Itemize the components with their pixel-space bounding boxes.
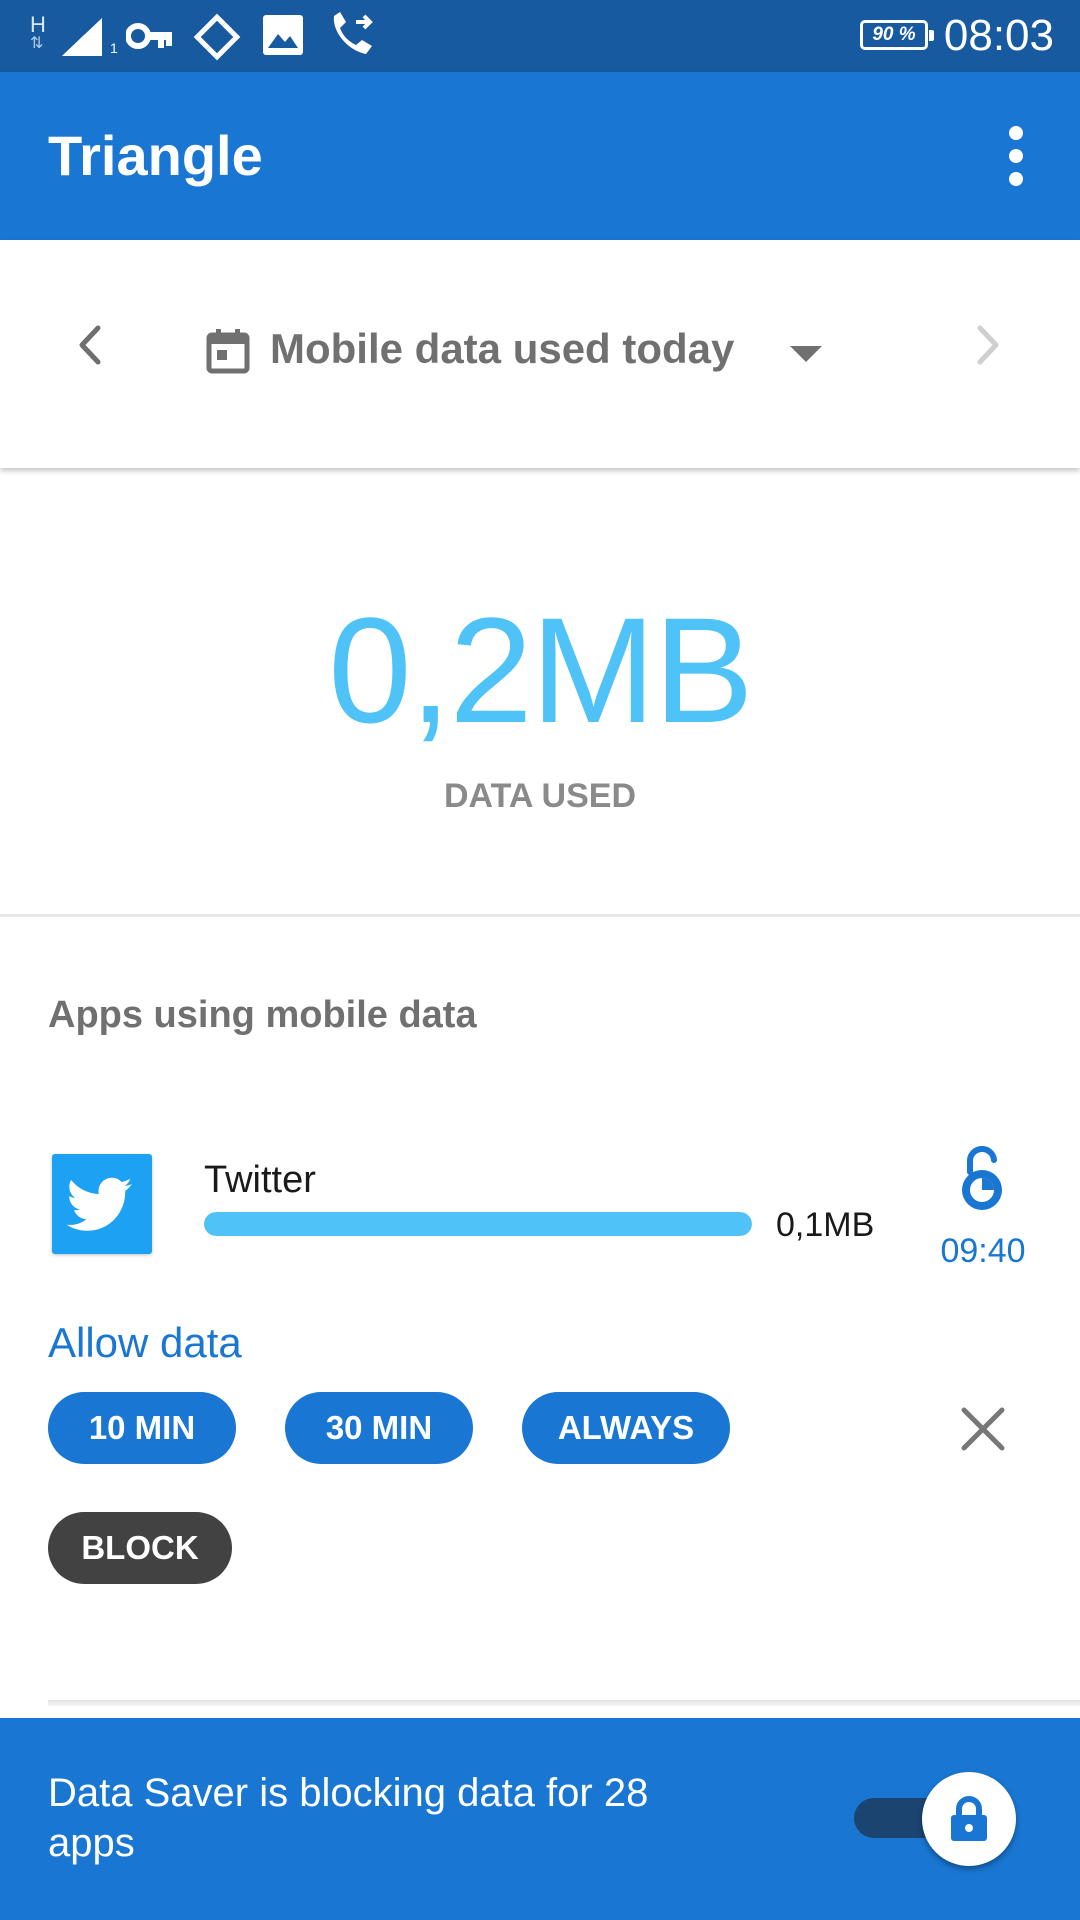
vpn-key-icon <box>126 23 172 49</box>
dropdown-arrow-icon[interactable] <box>786 340 826 368</box>
next-period-button[interactable] <box>958 310 1018 380</box>
next-list-item-edge <box>48 1700 1080 1706</box>
divider <box>0 914 1080 917</box>
network-type-indicator: H ⇅ <box>30 14 60 60</box>
data-saver-message: Data Saver is blocking data for 28 apps <box>48 1771 649 1865</box>
app-title: Triangle <box>48 124 263 187</box>
twitter-app-icon <box>52 1154 152 1254</box>
section-title: Apps using mobile data <box>48 994 477 1036</box>
period-label[interactable]: Mobile data used today <box>270 324 734 374</box>
allow-30-min-button[interactable]: 30 MIN <box>285 1392 473 1464</box>
total-data-label: DATA USED <box>443 777 637 815</box>
menu-dot-icon <box>1009 126 1023 140</box>
image-icon <box>263 15 303 55</box>
close-icon[interactable] <box>956 1402 1010 1456</box>
unlock-timer: 09:40 <box>940 1232 1026 1270</box>
usage-progress-bar <box>204 1212 752 1236</box>
previous-period-button[interactable] <box>60 310 120 380</box>
overflow-menu-button[interactable] <box>980 116 1052 196</box>
allow-10-min-button[interactable]: 10 MIN <box>48 1392 236 1464</box>
calendar-icon <box>206 329 250 374</box>
app-bar: Triangle <box>0 72 1080 240</box>
network-type-label: H <box>30 12 46 37</box>
battery-icon: 90 % <box>860 20 934 50</box>
menu-dot-icon <box>1009 149 1023 163</box>
call-forward-icon <box>333 12 373 54</box>
lock-icon <box>951 1796 987 1841</box>
signal-icon <box>62 18 102 56</box>
app-name: Twitter <box>204 1159 316 1201</box>
sync-icon <box>193 13 241 61</box>
data-activity-icon: ⇅ <box>30 35 44 52</box>
status-bar: H ⇅ 1 90 % 08:03 <box>0 0 1080 72</box>
block-button[interactable]: BLOCK <box>48 1512 232 1584</box>
allow-data-label: Allow data <box>48 1319 242 1366</box>
total-data-used: 0,2MB <box>328 586 754 754</box>
data-saver-banner: Data Saver is blocking data for 28 apps <box>0 1718 1080 1920</box>
app-usage-value: 0,1MB <box>776 1206 875 1244</box>
period-selector-card: Mobile data used today <box>0 240 1080 468</box>
clock: 08:03 <box>943 11 1054 60</box>
usage-progress-fill <box>204 1212 752 1236</box>
timed-unlock-icon[interactable] <box>956 1146 1010 1212</box>
allow-always-button[interactable]: ALWAYS <box>522 1392 730 1464</box>
twitter-bird-icon <box>66 1177 132 1231</box>
menu-dot-icon <box>1009 172 1023 186</box>
data-saver-toggle[interactable] <box>922 1772 1016 1866</box>
sim-slot-label: 1 <box>110 40 118 56</box>
